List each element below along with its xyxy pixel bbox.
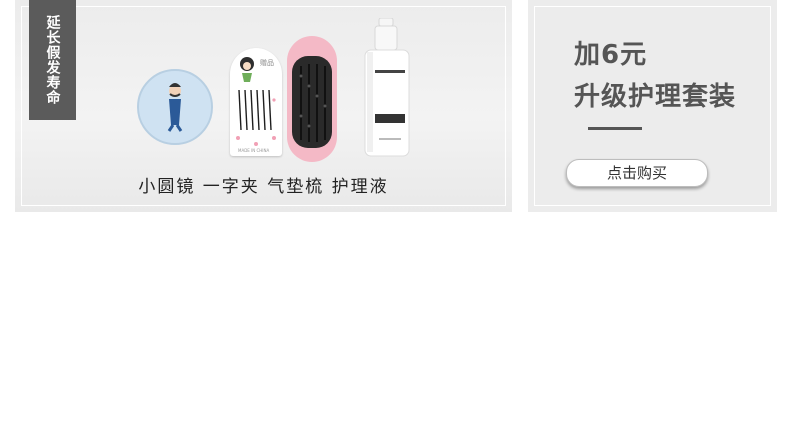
pins-card-title: 赠品 — [260, 59, 274, 67]
cushion-brush-image — [287, 36, 337, 162]
pins-card-foot: MADE IN CHINA — [238, 148, 270, 153]
gift-set-panel: 赠品 MADE IN CHINA 小圆镜 一字夹 气垫梳 护理液 — [15, 0, 512, 212]
compact-mirror-image — [137, 69, 213, 145]
buy-button[interactable]: 点击购买 — [566, 159, 708, 187]
offer-description-heading: 升级护理套装 — [574, 82, 737, 112]
upgrade-offer-panel: 加6元 升级护理套装 点击购买 — [528, 0, 777, 212]
heading-divider — [588, 127, 642, 130]
gift-items-caption: 小圆镜 一字夹 气垫梳 护理液 — [138, 177, 389, 197]
care-spray-bottle-image — [361, 18, 413, 158]
extend-wig-life-tag: 延长假发寿命 — [29, 0, 76, 120]
hair-pins-card-image: 赠品 MADE IN CHINA — [230, 48, 282, 156]
offer-price-heading: 加6元 — [574, 40, 648, 70]
